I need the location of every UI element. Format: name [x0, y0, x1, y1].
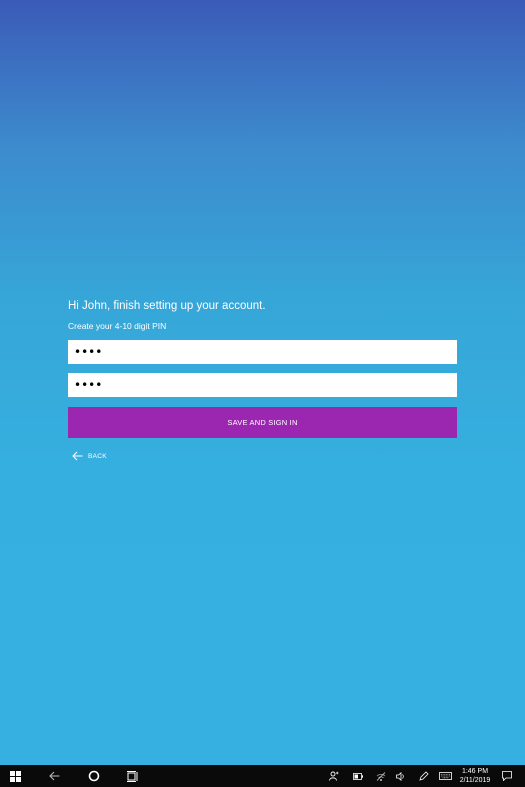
back-label: BACK — [88, 452, 107, 460]
pin-prompt: Create your 4-10 digit PIN — [68, 321, 167, 331]
taskbar-clock[interactable]: 1:46 PM 2/11/2019 — [452, 767, 498, 785]
back-button[interactable]: BACK — [72, 451, 132, 461]
pin-setup-form: Hi John, finish setting up your account.… — [68, 298, 457, 461]
greeting-text: Hi John, finish setting up your account. — [68, 300, 266, 312]
clock-date: 2/11/2019 — [459, 777, 491, 784]
volume-icon[interactable] — [395, 765, 407, 787]
back-arrow-icon — [72, 451, 83, 461]
notifications-icon[interactable] — [501, 765, 513, 787]
battery-icon[interactable] — [352, 765, 364, 787]
wifi-icon[interactable] — [375, 765, 387, 787]
keyboard-icon[interactable] — [438, 765, 452, 787]
save-and-sign-in-button[interactable]: SAVE AND SIGN IN — [68, 407, 457, 438]
pen-icon[interactable] — [418, 765, 430, 787]
task-view-icon[interactable] — [126, 765, 140, 787]
windows-start-icon[interactable] — [8, 765, 22, 787]
taskbar: 1:46 PM 2/11/2019 — [0, 765, 525, 787]
people-icon[interactable] — [328, 765, 340, 787]
pin-input[interactable] — [68, 340, 457, 364]
clock-time: 1:46 PM — [461, 768, 489, 775]
cortana-circle-icon[interactable] — [87, 765, 101, 787]
confirm-pin-input[interactable] — [68, 373, 457, 397]
back-arrow-icon[interactable] — [47, 765, 61, 787]
